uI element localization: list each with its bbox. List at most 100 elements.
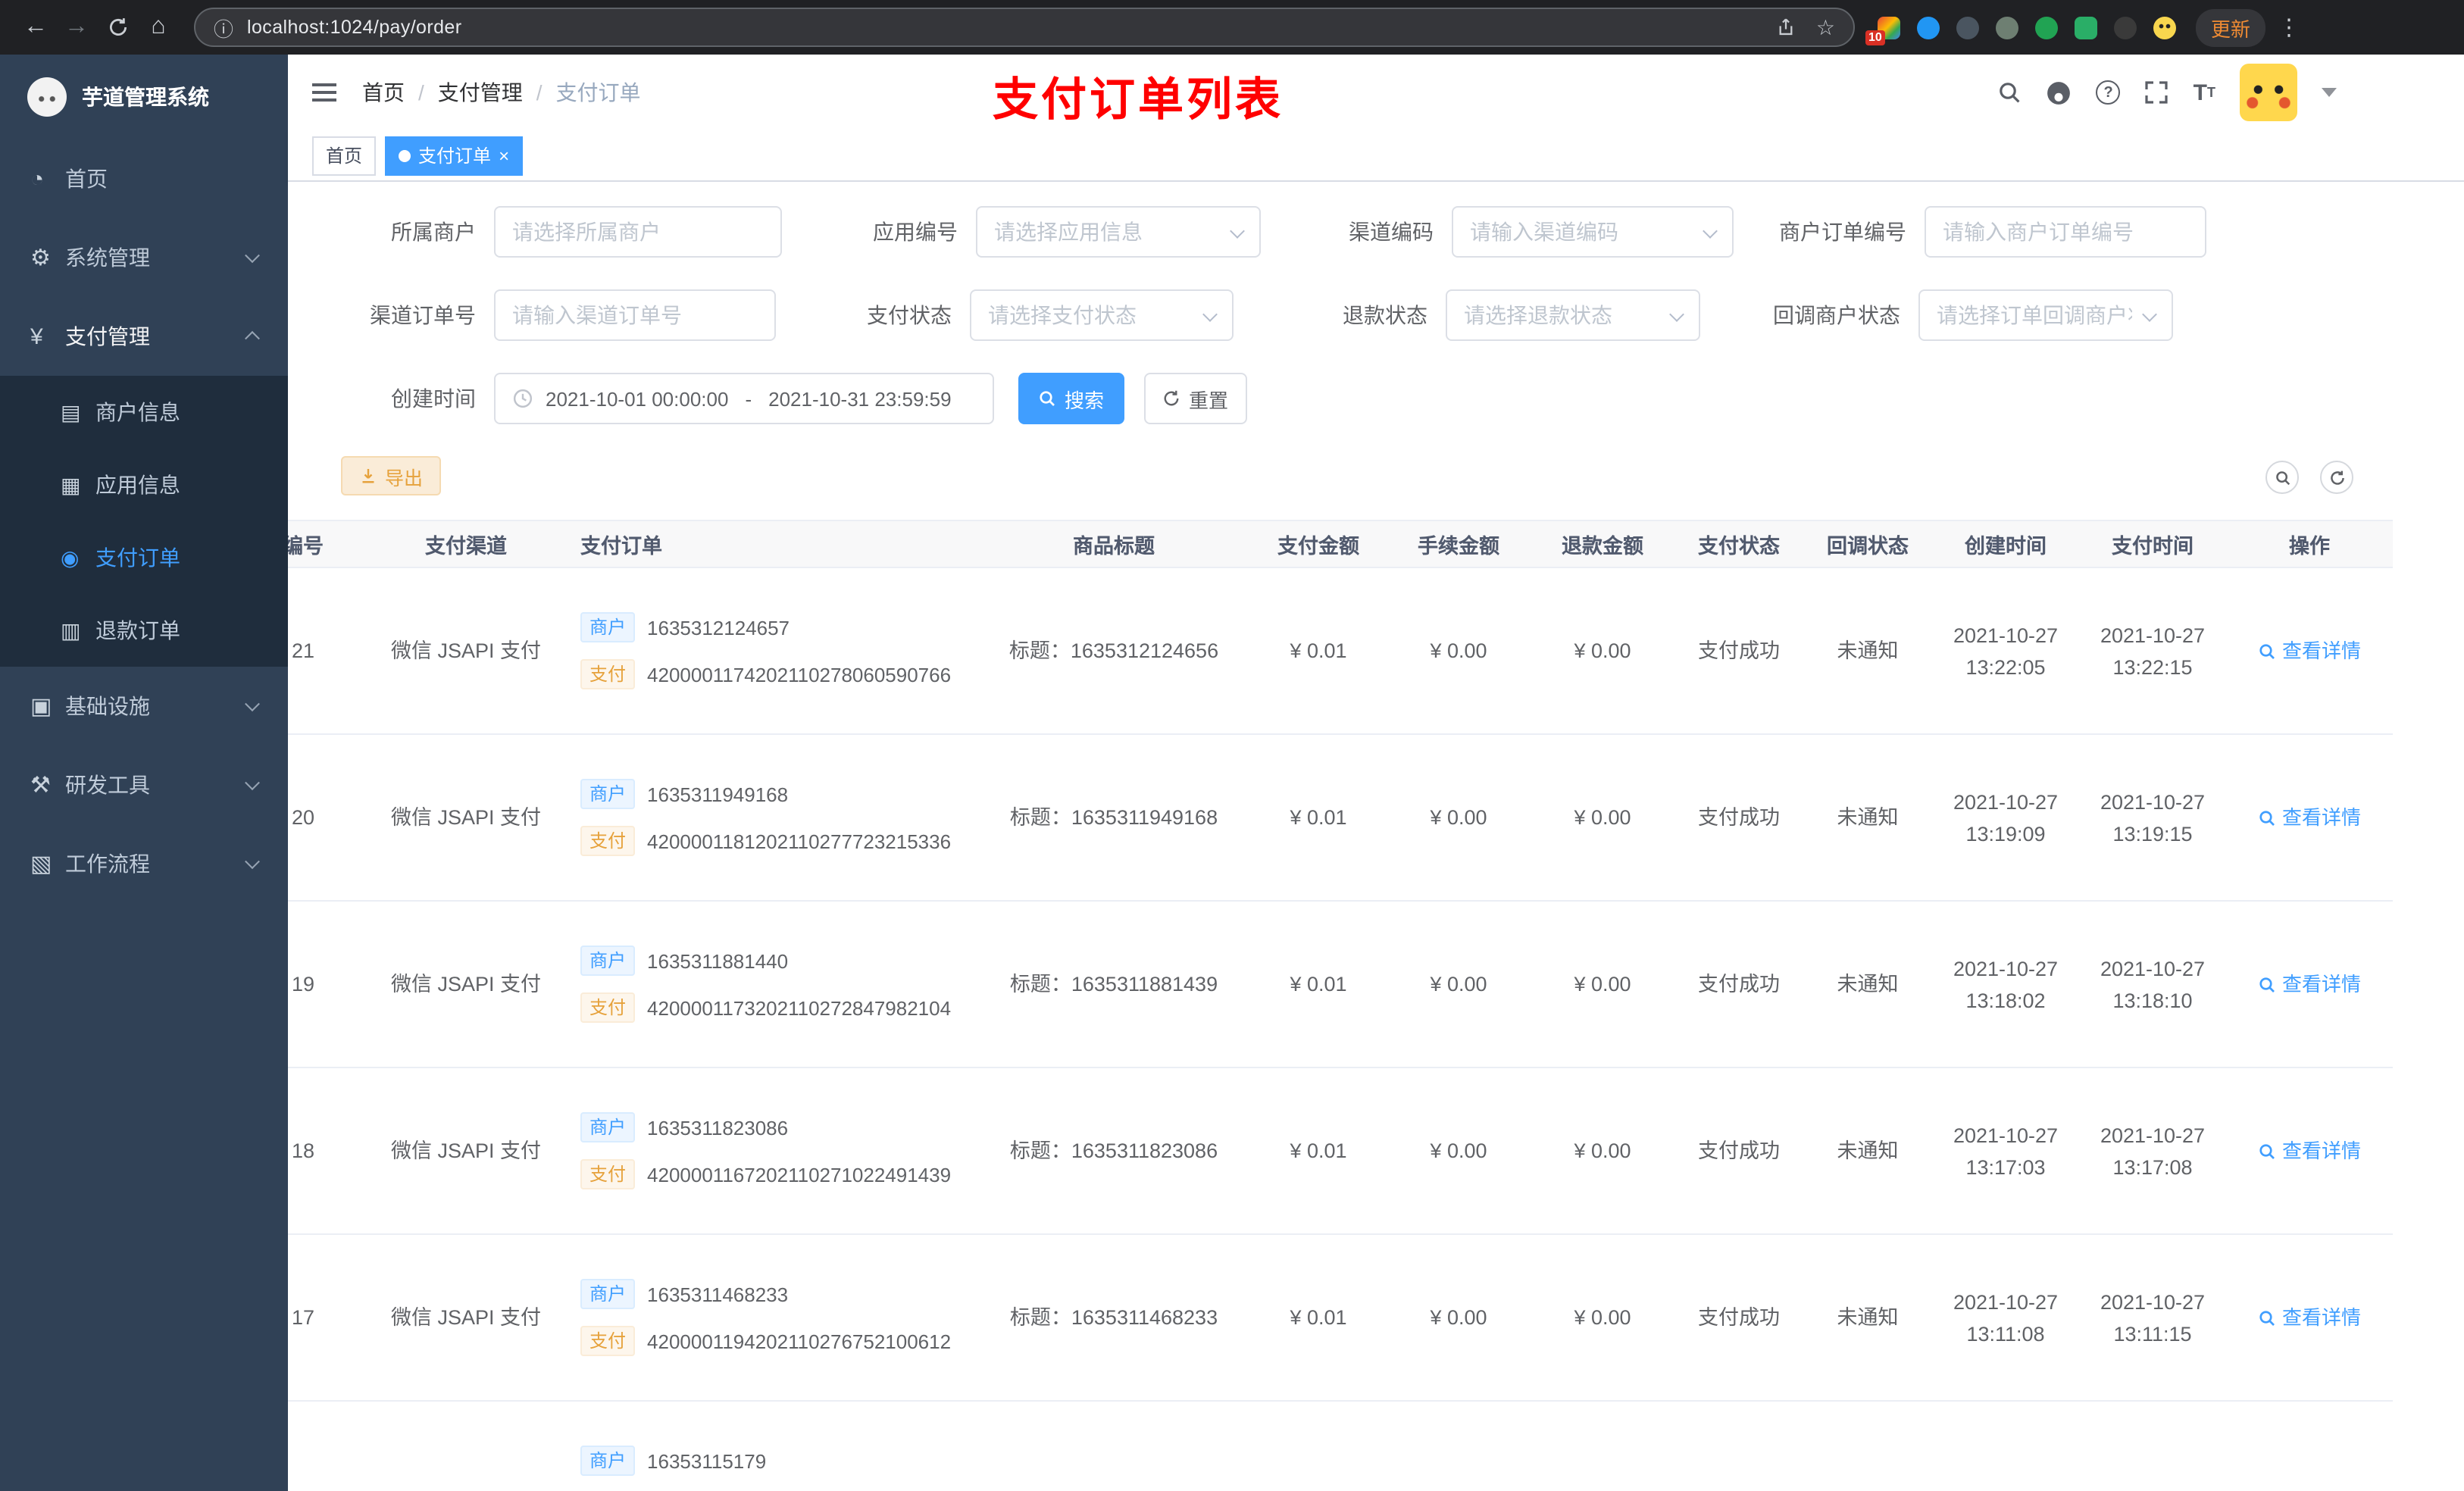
sidebar-item-merchant-info[interactable]: ▤ 商户信息 [0, 376, 288, 449]
col-header-order: 支付订单 [580, 535, 662, 558]
browser-update-button[interactable]: 更新 [2196, 8, 2266, 46]
app-select[interactable] [976, 206, 1261, 258]
browser-forward-icon[interactable]: → [56, 7, 97, 48]
font-size-icon[interactable]: TT [2194, 80, 2215, 105]
help-icon[interactable]: ? [2096, 80, 2121, 105]
fullscreen-icon[interactable] [2145, 80, 2169, 105]
view-detail-link[interactable]: 查看详情 [2258, 968, 2361, 1000]
site-info-icon[interactable]: ⓘ [214, 13, 233, 42]
channel-code-input[interactable] [1470, 220, 1693, 244]
reset-button[interactable]: 重置 [1144, 373, 1247, 424]
extension-icon[interactable] [2035, 16, 2058, 39]
sidebar-item-dev-tools[interactable]: ⚒ 研发工具 [0, 746, 288, 824]
breadcrumb-payment[interactable]: 支付管理 [438, 77, 523, 108]
sidebar-item-infrastructure[interactable]: ▣ 基础设施 [0, 667, 288, 746]
github-icon[interactable] [2047, 80, 2072, 105]
pay-tag: 支付 [580, 826, 636, 856]
view-detail-link[interactable]: 查看详情 [2258, 1135, 2361, 1167]
extension-icon[interactable] [1996, 16, 2018, 39]
pay-status-select[interactable] [970, 289, 1234, 341]
merchant-select[interactable] [494, 206, 782, 258]
refund-status-select[interactable] [1446, 289, 1700, 341]
extension-icon[interactable] [2153, 16, 2176, 39]
refresh-table-button[interactable] [2320, 461, 2353, 494]
user-avatar[interactable] [2240, 64, 2297, 121]
sidebar-item-workflow[interactable]: ▧ 工作流程 [0, 824, 288, 903]
browser-menu-icon[interactable]: ⋮ [2278, 14, 2300, 41]
product-title: 标题：1635312124656 [1008, 639, 1219, 662]
action-cell: 查看详情 [2226, 1302, 2393, 1333]
merchant-order-no-input[interactable] [1943, 220, 2188, 244]
create-date: 2021-10-27 [1953, 624, 2059, 646]
view-detail-link[interactable]: 查看详情 [2258, 802, 2361, 833]
tab-label: 支付订单 [418, 145, 492, 167]
pay-channel: 微信 JSAPI 支付 [390, 1306, 541, 1329]
sidebar-item-refund-order[interactable]: ▥ 退款订单 [0, 594, 288, 667]
tab-home[interactable]: 首页 [312, 136, 377, 175]
search-icon[interactable] [1998, 80, 2022, 105]
sidebar-logo[interactable]: 芋道管理系统 [0, 55, 288, 139]
notify-status: 未通知 [1837, 973, 1899, 996]
tags-view-bar: 首页 支付订单 × [288, 130, 2464, 182]
merchant-order-no-field[interactable] [1925, 206, 2206, 258]
date-end[interactable]: 2021-10-31 23:59:59 [768, 387, 951, 410]
chevron-down-icon [1230, 223, 1245, 239]
col-header-action: 操作 [2289, 535, 2330, 558]
channel-order-no-input[interactable] [512, 303, 758, 327]
merchant-select-input[interactable] [512, 220, 764, 244]
date-range-picker[interactable]: 2021-10-01 00:00:00 - 2021-10-31 23:59:5… [494, 373, 994, 424]
app-select-input[interactable] [994, 220, 1220, 244]
export-button[interactable]: 导出 [341, 456, 442, 495]
avatar-dropdown-caret-icon[interactable] [2322, 88, 2337, 97]
col-header-pay-status: 支付状态 [1698, 535, 1780, 558]
sidebar-item-payment[interactable]: ¥ 支付管理 [0, 297, 288, 376]
extension-icon[interactable] [1917, 16, 1940, 39]
notify-status-input[interactable] [1937, 303, 2132, 327]
sidebar-item-system[interactable]: ⚙ 系统管理 [0, 218, 288, 297]
share-icon[interactable] [1777, 17, 1796, 38]
sidebar-item-pay-order[interactable]: ◉ 支付订单 [0, 521, 288, 594]
pay-time-cell: 2021-10-27 13:11:15 [2079, 1286, 2226, 1349]
browser-refresh-icon[interactable] [97, 7, 138, 48]
view-detail-link[interactable]: 查看详情 [2258, 635, 2361, 667]
pay-order-icon: ◉ [61, 545, 80, 569]
browser-back-icon[interactable]: ← [15, 7, 56, 48]
refund-status-input[interactable] [1464, 303, 1659, 327]
view-detail-label: 查看详情 [2281, 1139, 2361, 1162]
bookmark-star-icon[interactable]: ☆ [1816, 14, 1835, 40]
sidebar-item-label: 研发工具 [65, 773, 150, 797]
export-button-label: 导出 [385, 467, 424, 489]
channel-order-no-field[interactable] [494, 289, 776, 341]
toggle-search-button[interactable] [2265, 461, 2299, 494]
sidebar-submenu: ▤ 商户信息 ▦ 应用信息 ◉ 支付订单 ▥ 退款订单 [0, 376, 288, 667]
sidebar-toggle-icon[interactable] [309, 77, 339, 108]
merchant-tag: 商户 [580, 779, 636, 809]
col-header-create-time: 创建时间 [1965, 535, 2047, 558]
channel-transaction-no: 4200001174202110278060590766 [647, 663, 952, 686]
channel-code-select[interactable] [1452, 206, 1734, 258]
extension-icon[interactable] [2114, 16, 2137, 39]
refund-amount: ¥ 0.00 [1574, 806, 1631, 829]
extension-icon[interactable]: 10 [1865, 16, 1900, 45]
view-detail-link[interactable]: 查看详情 [2258, 1302, 2361, 1333]
notify-status-select[interactable] [1918, 289, 2173, 341]
tab-close-icon[interactable]: × [499, 146, 509, 164]
sidebar-item-home[interactable]: ◔ 首页 [0, 139, 288, 218]
sidebar-item-label: 支付管理 [65, 324, 150, 349]
sidebar-item-label: 应用信息 [95, 473, 180, 497]
pay-time: 13:11:15 [2113, 1322, 2192, 1345]
col-header-pay-amount: 支付金额 [1277, 535, 1359, 558]
browser-home-icon[interactable]: ⌂ [138, 7, 179, 48]
sidebar-item-label: 退款订单 [95, 618, 180, 642]
pay-amount: ¥ 0.01 [1290, 973, 1347, 996]
extension-icon[interactable] [1956, 16, 1979, 39]
breadcrumb-home[interactable]: 首页 [362, 77, 405, 108]
pay-channel: 微信 JSAPI 支付 [390, 1139, 541, 1162]
sidebar-item-app-info[interactable]: ▦ 应用信息 [0, 449, 288, 521]
date-start[interactable]: 2021-10-01 00:00:00 [546, 387, 728, 410]
extension-icon[interactable] [2075, 16, 2097, 39]
address-bar[interactable]: ⓘ localhost:1024/pay/order ☆ [194, 8, 1855, 47]
pay-status-input[interactable] [988, 303, 1193, 327]
search-button[interactable]: 搜索 [1018, 373, 1124, 424]
tab-pay-order[interactable]: 支付订单 × [385, 136, 524, 175]
